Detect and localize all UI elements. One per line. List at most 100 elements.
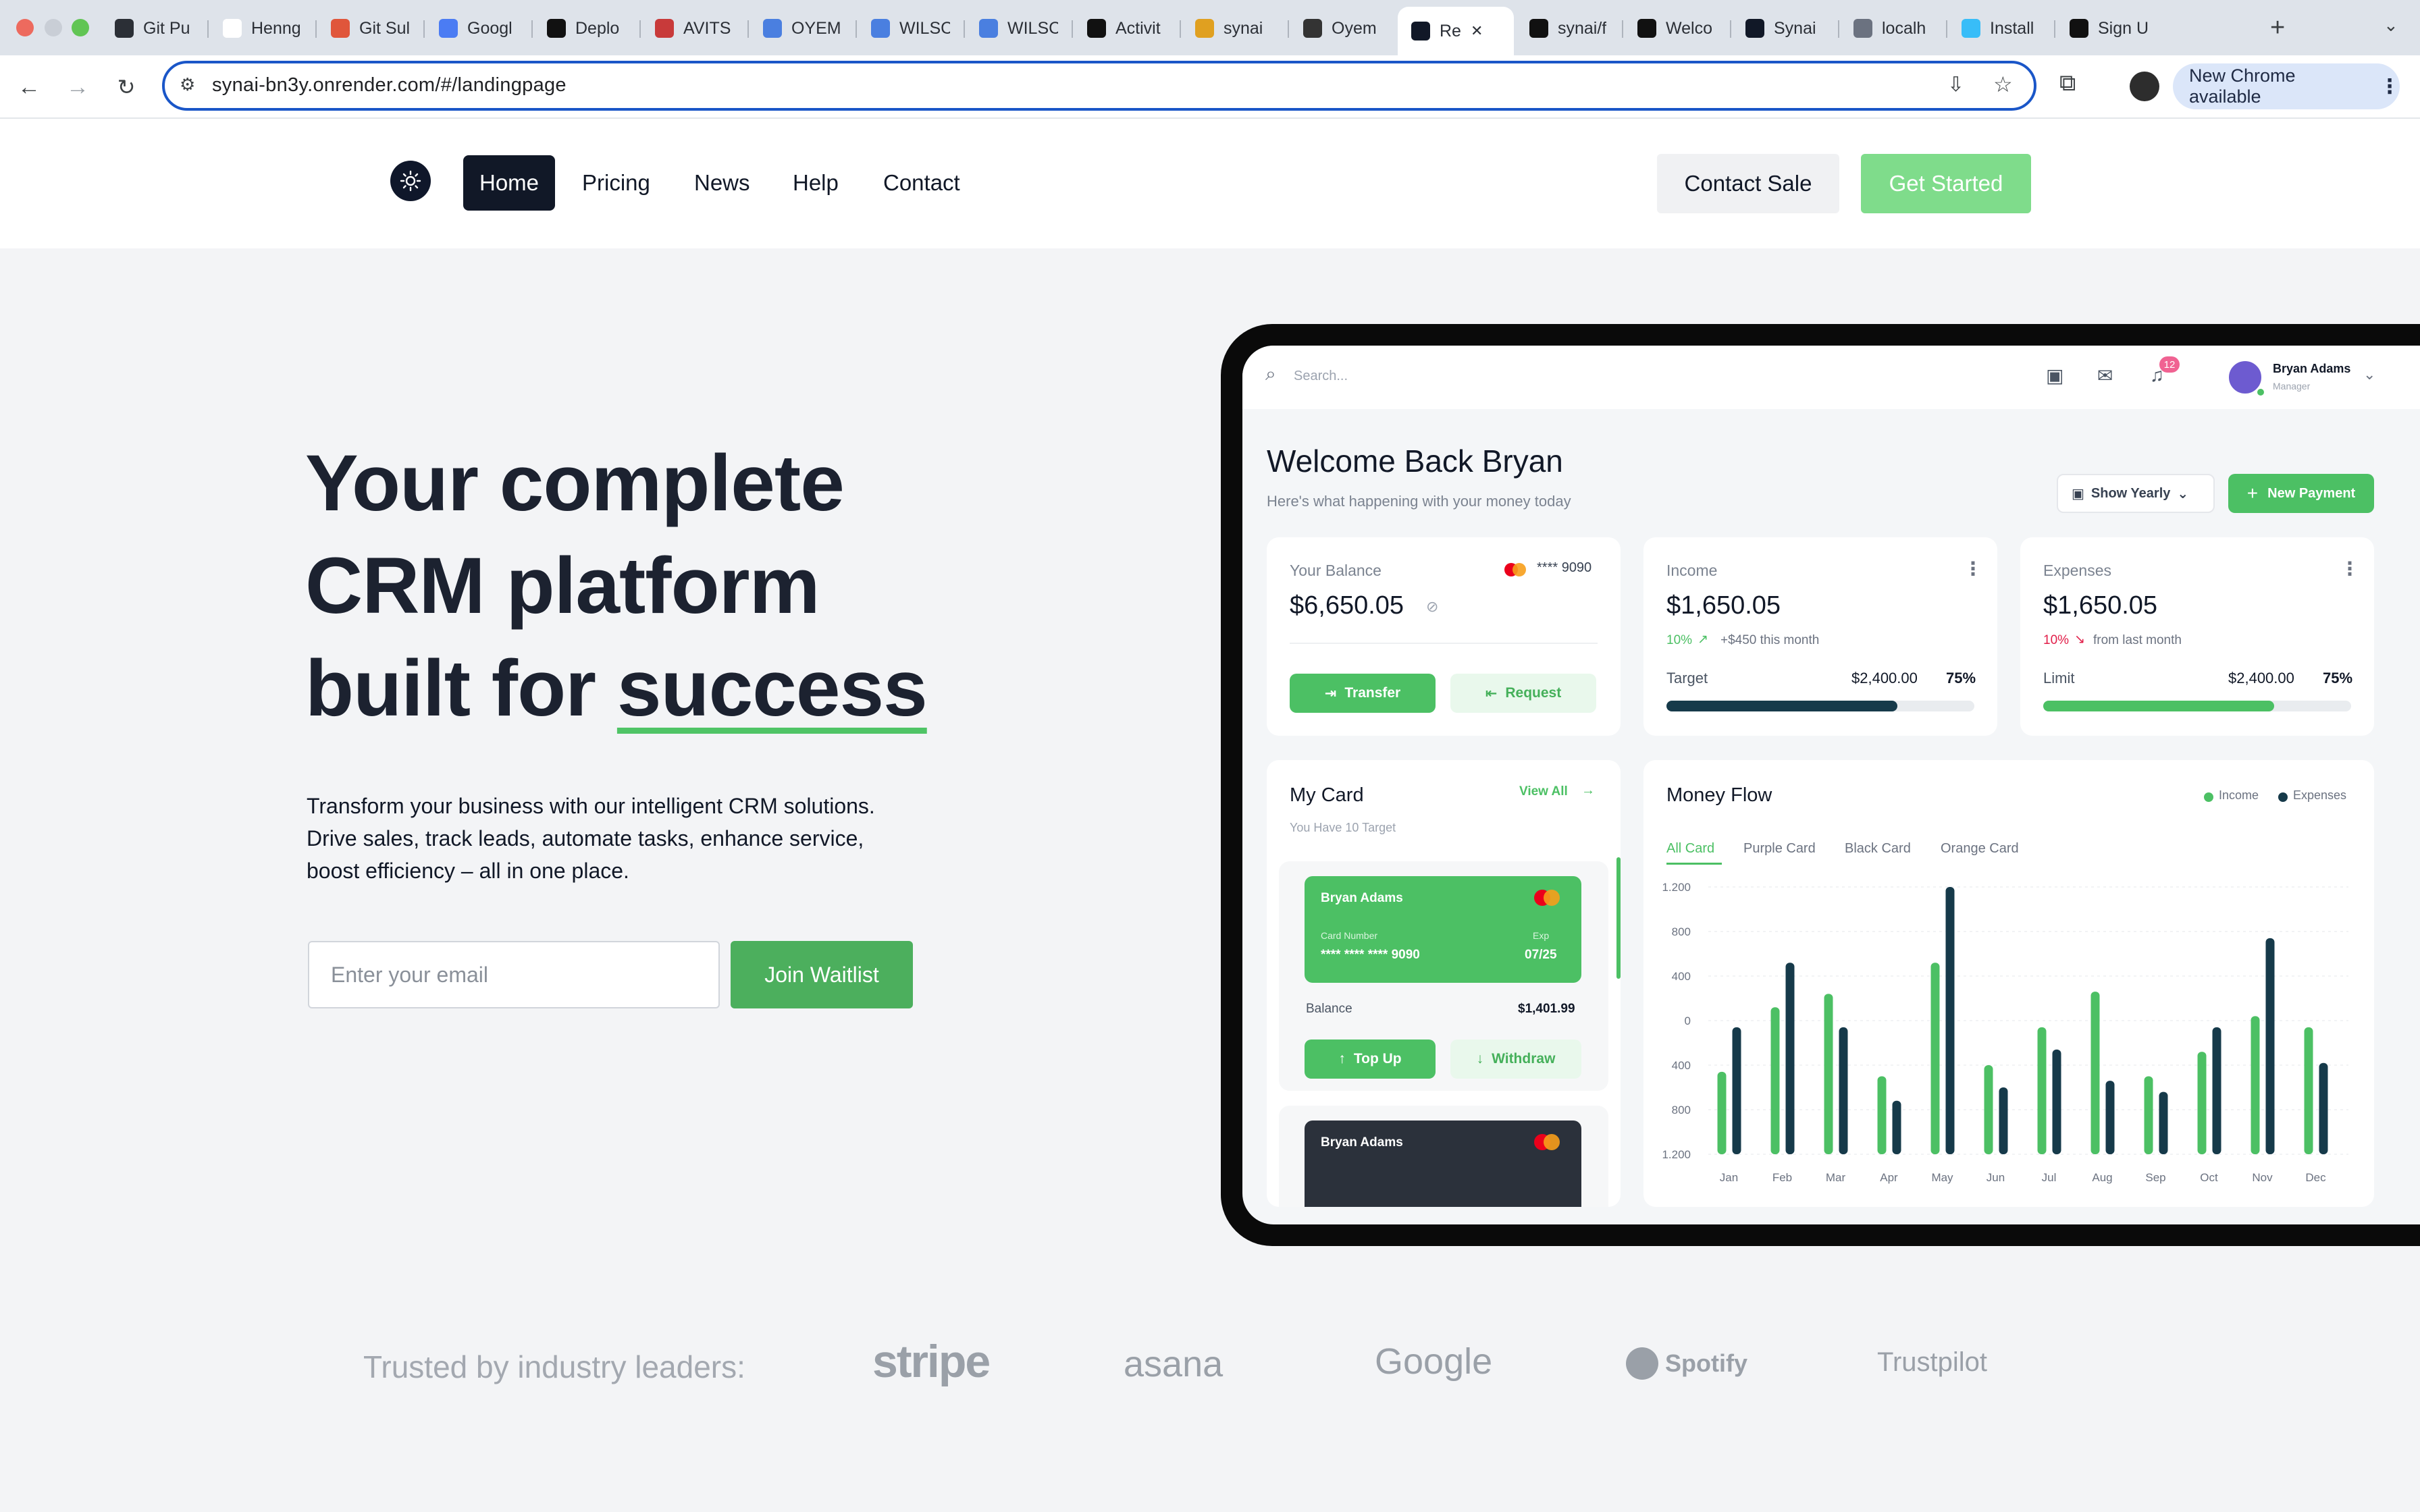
tab-purple-card[interactable]: Purple Card: [1743, 841, 1816, 857]
tab-black-card[interactable]: Black Card: [1845, 841, 1911, 857]
bar-expenses-jan[interactable]: [1732, 1027, 1741, 1154]
install-app-icon[interactable]: ⇩: [1947, 73, 1964, 97]
browser-tab[interactable]: synai/f: [1516, 9, 1622, 47]
nav-help[interactable]: Help: [777, 155, 855, 211]
join-waitlist-button[interactable]: Join Waitlist: [731, 941, 913, 1008]
browser-tab[interactable]: Henng: [209, 9, 315, 47]
bar-income-apr[interactable]: [1877, 1076, 1887, 1155]
browser-tab[interactable]: Welco: [1624, 9, 1730, 47]
dashboard-search-input[interactable]: Search...: [1294, 369, 1348, 384]
reload-button[interactable]: ↻: [111, 72, 142, 103]
bar-expenses-feb[interactable]: [1785, 963, 1795, 1154]
chevron-down-icon[interactable]: ⌄: [2363, 366, 2375, 383]
browser-tab[interactable]: WILSC: [966, 9, 1072, 47]
browser-tab[interactable]: Googl: [425, 9, 531, 47]
bar-expenses-mar[interactable]: [1839, 1027, 1848, 1154]
bookmark-star-icon[interactable]: ☆: [1993, 72, 2013, 97]
tab-title: Welco: [1666, 18, 1713, 38]
nav-pricing[interactable]: Pricing: [566, 155, 666, 211]
close-window-button[interactable]: [16, 19, 34, 36]
synai-logo-icon[interactable]: [390, 161, 431, 201]
tab-search-chevron-icon[interactable]: ⌄: [2384, 15, 2398, 36]
browser-tab[interactable]: Re ✕: [1398, 7, 1514, 55]
browser-tab[interactable]: Oyem: [1290, 9, 1396, 47]
contact-sale-button[interactable]: Contact Sale: [1657, 154, 1839, 213]
bar-income-sep[interactable]: [2144, 1076, 2153, 1155]
nav-home[interactable]: Home: [463, 155, 556, 211]
new-tab-button[interactable]: +: [2270, 14, 2285, 43]
notification-badge: 12: [2159, 356, 2180, 373]
fullscreen-window-button[interactable]: [72, 19, 89, 36]
scrollbar-thumb[interactable]: [1616, 857, 1621, 979]
bar-income-dec[interactable]: [2304, 1027, 2313, 1154]
kebab-menu-icon[interactable]: ⋮: [1964, 558, 1982, 580]
browser-tab[interactable]: WILSC: [858, 9, 964, 47]
address-bar[interactable]: ⚙ synai-bn3y.onrender.com/#/landingpage …: [162, 61, 2036, 111]
bar-income-oct[interactable]: [2197, 1052, 2207, 1154]
bar-expenses-nov[interactable]: [2265, 938, 2275, 1154]
withdraw-button[interactable]: ↓ Withdraw: [1450, 1040, 1581, 1079]
browser-tab[interactable]: synai: [1182, 9, 1288, 47]
bar-expenses-aug[interactable]: [2105, 1081, 2115, 1154]
browser-tab[interactable]: Activit: [1074, 9, 1180, 47]
browser-tab[interactable]: Sign U: [2056, 9, 2162, 47]
bar-expenses-jun[interactable]: [1999, 1087, 2008, 1154]
arrow-right-icon[interactable]: →: [1581, 783, 1595, 799]
bar-income-nov[interactable]: [2251, 1016, 2260, 1154]
calendar-icon[interactable]: ▣: [2046, 364, 2063, 387]
profile-avatar[interactable]: [2130, 72, 2159, 101]
site-settings-icon[interactable]: ⚙: [180, 74, 195, 95]
close-tab-icon[interactable]: ✕: [1471, 22, 1483, 40]
get-started-button[interactable]: Get Started: [1861, 154, 2031, 213]
green-credit-card[interactable]: Bryan Adams Card Number **** **** **** 9…: [1305, 876, 1581, 983]
browser-tab[interactable]: Install: [1948, 9, 2054, 47]
minimize-window-button[interactable]: [45, 19, 62, 36]
bar-income-jul[interactable]: [2037, 1027, 2047, 1154]
bar-expenses-oct[interactable]: [2212, 1027, 2221, 1154]
back-button[interactable]: ←: [14, 72, 45, 103]
bar-income-feb[interactable]: [1770, 1007, 1780, 1154]
bar-expenses-jul[interactable]: [2052, 1049, 2061, 1154]
nav-contact[interactable]: Contact: [867, 155, 976, 211]
bar-expenses-may[interactable]: [1945, 887, 1955, 1154]
bar-income-jun[interactable]: [1984, 1065, 1993, 1154]
browser-tab[interactable]: Synai: [1732, 9, 1838, 47]
limit-value: $2,400.00: [2228, 670, 2294, 686]
extensions-puzzle-icon[interactable]: ⧉: [2059, 70, 2076, 97]
kebab-menu-icon[interactable]: ⋮: [2340, 558, 2359, 580]
y-tick-label: 0: [1685, 1015, 1691, 1027]
view-all-link[interactable]: View All: [1519, 784, 1568, 799]
mail-icon[interactable]: ✉: [2097, 364, 2113, 387]
bar-income-aug[interactable]: [2090, 992, 2100, 1154]
show-yearly-dropdown[interactable]: ▣ Show Yearly ⌄: [2057, 474, 2215, 513]
url-text[interactable]: synai-bn3y.onrender.com/#/landingpage: [212, 74, 567, 97]
browser-tab[interactable]: localh: [1840, 9, 1946, 47]
dark-credit-card[interactable]: Bryan Adams: [1305, 1120, 1581, 1207]
bar-expenses-sep[interactable]: [2159, 1091, 2168, 1154]
browser-tab[interactable]: Deplo: [533, 9, 639, 47]
eye-off-icon[interactable]: ⊘: [1426, 598, 1438, 616]
bar-income-may[interactable]: [1930, 963, 1940, 1154]
top-up-button[interactable]: ↑ Top Up: [1305, 1040, 1436, 1079]
forward-button[interactable]: →: [62, 72, 93, 103]
tab-orange-card[interactable]: Orange Card: [1941, 841, 2019, 857]
transfer-button[interactable]: ⇥ Transfer: [1290, 674, 1436, 713]
new-payment-button[interactable]: + New Payment: [2228, 474, 2374, 513]
email-input[interactable]: [308, 941, 720, 1008]
nav-news[interactable]: News: [678, 155, 766, 211]
chrome-update-button[interactable]: New Chrome available ⋮: [2173, 63, 2400, 109]
browser-tab[interactable]: Git Pu: [101, 9, 207, 47]
hero-title-line3: built for: [305, 644, 617, 733]
card-number: **** **** **** 9090: [1321, 948, 1420, 962]
browser-tab[interactable]: Git Sul: [317, 9, 423, 47]
chrome-update-label: New Chrome available: [2189, 65, 2296, 107]
sunburst-icon: [331, 19, 350, 38]
bar-expenses-apr[interactable]: [1892, 1100, 1901, 1154]
browser-tab[interactable]: AVITS: [641, 9, 747, 47]
bar-income-jan[interactable]: [1717, 1071, 1727, 1154]
request-button[interactable]: ⇤ Request: [1450, 674, 1596, 713]
bar-expenses-dec[interactable]: [2319, 1062, 2328, 1154]
tab-all-card[interactable]: All Card: [1666, 841, 1714, 857]
bar-income-mar[interactable]: [1824, 994, 1833, 1154]
browser-tab[interactable]: OYEM: [749, 9, 856, 47]
